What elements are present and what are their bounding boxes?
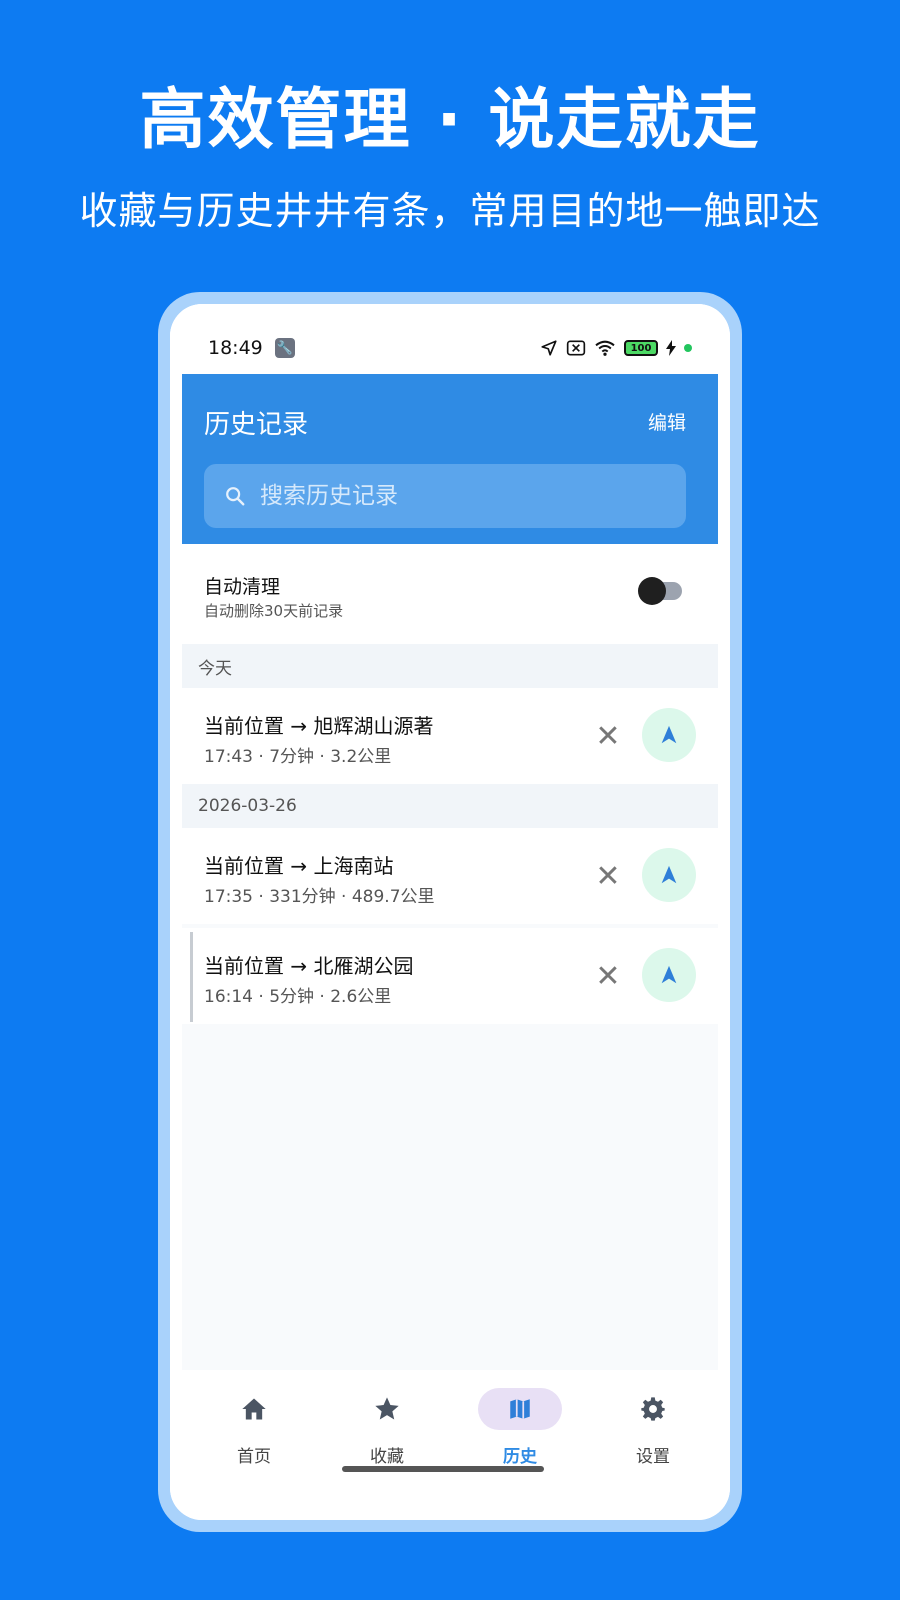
history-item[interactable]: 当前位置 → 旭辉湖山源著 17:43 · 7分钟 · 3.2公里 ✕ [182, 688, 718, 784]
route-text: 当前位置 → 上海南站 [204, 854, 394, 878]
auto-clean-title: 自动清理 [204, 576, 281, 598]
tab-label: 设置 [636, 1447, 670, 1467]
route-meta: 16:14 · 5分钟 · 2.6公里 [204, 987, 392, 1007]
auto-clean-toggle[interactable] [638, 577, 682, 605]
search-input[interactable] [260, 483, 660, 509]
history-item[interactable]: 当前位置 → 上海南站 17:35 · 331分钟 · 489.7公里 ✕ [182, 828, 718, 924]
navigation-arrow-icon [661, 725, 677, 744]
home-indicator[interactable] [342, 1466, 544, 1472]
route-meta: 17:43 · 7分钟 · 3.2公里 [204, 747, 392, 767]
location-arrow-icon [541, 340, 557, 356]
group-header-today: 今天 [182, 644, 718, 688]
route-meta: 17:35 · 331分钟 · 489.7公里 [204, 887, 435, 907]
battery-icon: 100 [624, 340, 658, 356]
tab-label: 收藏 [370, 1447, 404, 1467]
status-time: 18:49 [208, 337, 263, 359]
close-icon[interactable]: ✕ [590, 718, 626, 754]
no-sim-icon [566, 340, 586, 356]
app-bar: 历史记录 编辑 [182, 374, 718, 544]
star-icon [375, 1397, 399, 1420]
page-title: 历史记录 [204, 410, 309, 440]
wifi-icon [595, 340, 615, 356]
status-bar: 18:49 🔧 100 [170, 304, 730, 374]
tab-settings[interactable]: 设置 [593, 1388, 713, 1478]
status-icons: 100 [540, 339, 692, 357]
scroll-indicator [190, 932, 193, 1022]
close-icon[interactable]: ✕ [590, 858, 626, 894]
navigation-arrow-icon [661, 965, 677, 984]
group-header-date: 2026-03-26 [182, 784, 718, 828]
edit-button[interactable]: 编辑 [648, 408, 686, 435]
tab-pill [212, 1388, 296, 1430]
search-box[interactable] [204, 464, 686, 528]
tab-pill [478, 1388, 562, 1430]
phone-screen: 18:49 🔧 100 历史记录 编辑 自动清理 自动删除30天前记录 [170, 304, 730, 1520]
auto-clean-subtitle: 自动删除30天前记录 [204, 602, 344, 620]
bottom-nav: 首页 收藏 历史 设置 [170, 1370, 730, 1520]
toggle-knob [638, 577, 666, 605]
wrench-icon: 🔧 [274, 338, 295, 358]
tab-label: 首页 [237, 1447, 271, 1467]
battery-level: 100 [630, 342, 652, 354]
close-icon[interactable]: ✕ [590, 958, 626, 994]
promo-subline: 收藏与历史井井有条，常用目的地一触即达 [79, 189, 821, 233]
navigate-button[interactable] [642, 948, 696, 1002]
tab-home[interactable]: 首页 [194, 1388, 314, 1478]
tab-pill [611, 1388, 695, 1430]
gear-icon [641, 1397, 665, 1421]
search-icon [226, 487, 245, 506]
home-icon [242, 1398, 266, 1420]
charging-icon [666, 340, 676, 356]
map-icon [510, 1399, 530, 1419]
tab-history[interactable]: 历史 [460, 1388, 580, 1478]
auto-clean-row[interactable]: 自动清理 自动删除30天前记录 [182, 544, 718, 644]
tab-favorites[interactable]: 收藏 [327, 1388, 447, 1478]
history-item[interactable]: 当前位置 → 北雁湖公园 16:14 · 5分钟 · 2.6公里 ✕ [182, 928, 718, 1024]
route-text: 当前位置 → 旭辉湖山源著 [204, 714, 434, 738]
navigate-button[interactable] [642, 708, 696, 762]
tab-pill [345, 1388, 429, 1430]
navigation-arrow-icon [661, 865, 677, 884]
promo-headline: 高效管理 · 说走就走 [139, 81, 761, 158]
navigate-button[interactable] [642, 848, 696, 902]
phone-frame: 18:49 🔧 100 历史记录 编辑 自动清理 自动删除30天前记录 [158, 292, 742, 1532]
privacy-dot [684, 344, 692, 352]
history-list: 自动清理 自动删除30天前记录 今天 当前位置 → 旭辉湖山源著 17:43 ·… [182, 544, 718, 1370]
route-text: 当前位置 → 北雁湖公园 [204, 954, 414, 978]
tab-label: 历史 [503, 1447, 537, 1467]
